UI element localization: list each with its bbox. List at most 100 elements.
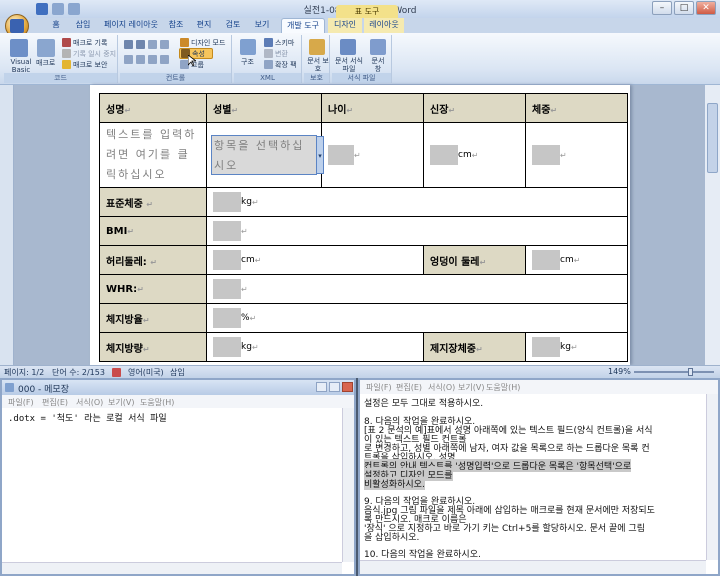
notepad-window: 000 - 메모장 파일(F) 편집(E) 서식(O) 보기(V) 도움말(H)… [0, 378, 356, 576]
tab-design[interactable]: 디자인 [328, 18, 362, 33]
fat-rate-cell: %↵ [206, 303, 628, 333]
notepad-close-button[interactable] [342, 382, 353, 392]
xml-group: 구조 스키마 변환 확장 팩 XML [234, 35, 302, 83]
macro-security-button[interactable]: 매크로 보안 [73, 60, 107, 70]
tab-mailings[interactable]: 편지 [193, 18, 215, 33]
word-count[interactable]: 단어 수: 2/153 [52, 367, 105, 378]
menu-format[interactable]: 서식(O) [428, 382, 455, 393]
header-weight: 체중↵ [525, 93, 628, 123]
menu-file[interactable]: 파일(F) [8, 397, 34, 408]
dropdown-list-icon[interactable] [136, 55, 145, 64]
bmi-control[interactable] [213, 221, 241, 241]
notepad-maximize-button[interactable] [329, 382, 340, 392]
zoom-level[interactable]: 149% [608, 367, 631, 376]
mouse-pointer-icon [187, 54, 198, 67]
structure-button[interactable]: 구조 [241, 57, 254, 67]
warning-icon [62, 60, 71, 69]
notepad-minimize-button[interactable] [316, 382, 327, 392]
schema-button[interactable]: 스키마 [275, 38, 294, 48]
macro-button[interactable]: 매크로 [36, 58, 55, 68]
zoom-slider[interactable] [634, 371, 714, 373]
building-block-icon[interactable] [160, 40, 169, 49]
language-status[interactable]: 영어(미국) [128, 367, 164, 378]
design-mode-button[interactable]: 디자인 모드 [191, 38, 225, 48]
text-control-icon[interactable] [136, 40, 145, 49]
hip-control[interactable] [532, 250, 560, 270]
gender-dropdown-control[interactable]: 항목을 선택하십시오 ▾ [211, 135, 324, 175]
notepad-text-area[interactable]: .dotx = '척도' 라는 로컬 서식 파일 [8, 411, 167, 424]
waist-control[interactable] [213, 250, 241, 270]
menu-view[interactable]: 보기(V) [108, 397, 134, 408]
transform-button[interactable]: 변환 [275, 49, 288, 59]
scroll-thumb[interactable] [707, 103, 718, 173]
combo-box-icon[interactable] [124, 55, 133, 64]
vertical-scrollbar[interactable] [704, 85, 720, 365]
tab-page-layout[interactable]: 페이지 레이아웃 [100, 18, 162, 33]
menu-edit[interactable]: 편집(E) [396, 382, 422, 393]
instruction-line-selected: 비활성화하시오. [364, 477, 425, 490]
tab-layout[interactable]: 레이아웃 [364, 18, 404, 33]
date-picker-icon[interactable] [148, 55, 157, 64]
menu-format[interactable]: 서식(O) [76, 397, 103, 408]
notepad-title: 000 - 메모장 [18, 385, 69, 395]
document-panel-button[interactable]: 문서 창 [368, 57, 388, 73]
table-tools-label: 표 도구 [336, 5, 398, 18]
picture-control-icon[interactable] [148, 40, 157, 49]
menu-edit[interactable]: 편집(E) [42, 397, 68, 408]
notepad-title-bar: 000 - 메모장 [2, 380, 354, 395]
maximize-button[interactable]: □ [674, 1, 694, 15]
templates-group: 문서 서식 파일 문서 창 서식 파일 [332, 35, 392, 83]
pause-recording-button[interactable]: 기록 일시 중지 [73, 49, 116, 59]
legacy-tools-icon[interactable] [160, 55, 169, 64]
name-text-control[interactable]: 텍스트를 입력하려면 여기를 클릭하십시오 [99, 122, 207, 188]
hip-cell: cm↵ [525, 245, 628, 275]
record-macro-button[interactable]: 매크로 기록 [73, 38, 107, 48]
instructions-vertical-scrollbar[interactable] [706, 394, 718, 560]
minimize-button[interactable]: – [652, 1, 672, 15]
expansion-pack-button[interactable]: 확장 팩 [275, 60, 297, 70]
insert-mode-status[interactable]: 삽입 [170, 367, 185, 378]
lean-weight-control[interactable] [532, 337, 560, 357]
tab-insert[interactable]: 삽입 [70, 18, 96, 33]
lock-icon [309, 39, 325, 55]
tab-home[interactable]: 홈 [45, 18, 67, 33]
fat-rate-control[interactable] [213, 308, 241, 328]
schema-icon [264, 38, 273, 47]
fat-amount-control[interactable] [213, 337, 241, 357]
visual-basic-button[interactable]: Visual Basic [8, 58, 34, 74]
proofing-icon[interactable] [112, 368, 121, 377]
close-button[interactable]: ✕ [696, 1, 716, 15]
document-template-button[interactable]: 문서 서식 파일 [334, 57, 364, 73]
bmi-cell: ↵ [206, 216, 628, 246]
instructions-horizontal-scrollbar[interactable] [360, 560, 706, 574]
header-gender: 성별↵ [206, 93, 322, 123]
zoom-slider-thumb[interactable] [688, 368, 693, 376]
height-control[interactable] [430, 145, 458, 165]
weight-control[interactable] [532, 145, 560, 165]
rich-text-control-icon[interactable] [124, 40, 133, 49]
menu-help[interactable]: 도움말(H) [486, 382, 520, 393]
template-icon [340, 39, 356, 55]
chevron-down-icon[interactable]: ▾ [316, 136, 324, 174]
tab-review[interactable]: 검토 [222, 18, 244, 33]
protect-document-button[interactable]: 문서 보호 [307, 57, 329, 73]
std-weight-control[interactable] [213, 192, 241, 212]
age-control[interactable] [328, 145, 354, 165]
code-group-label: 코드 [4, 73, 117, 83]
menu-file[interactable]: 파일(F) [366, 382, 392, 393]
controls-group: 디자인 모드 속성 그룹 컨트롤 [120, 35, 232, 83]
code-group: Visual Basic 매크로 매크로 기록 기록 일시 중지 매크로 보안 … [4, 35, 118, 83]
notepad-vertical-scrollbar[interactable] [342, 408, 354, 562]
row-label-bmi: BMI↵ [99, 216, 207, 246]
menu-view[interactable]: 보기(V) [458, 382, 484, 393]
notepad-horizontal-scrollbar[interactable] [2, 562, 342, 574]
tab-view[interactable]: 보기 [251, 18, 273, 33]
tab-developer[interactable]: 개발 도구 [281, 18, 325, 33]
menu-help[interactable]: 도움말(H) [140, 397, 174, 408]
whr-control[interactable] [213, 279, 241, 299]
fat-amount-cell: kg↵ [206, 332, 424, 362]
document-panel-icon [370, 39, 386, 55]
page-count[interactable]: 페이지: 1/2 [4, 367, 44, 378]
ribbon-tabs: 홈 삽입 페이지 레이아웃 참조 편지 검토 보기 개발 도구 디자인 레이아웃 [0, 18, 720, 33]
tab-references[interactable]: 참조 [165, 18, 187, 33]
